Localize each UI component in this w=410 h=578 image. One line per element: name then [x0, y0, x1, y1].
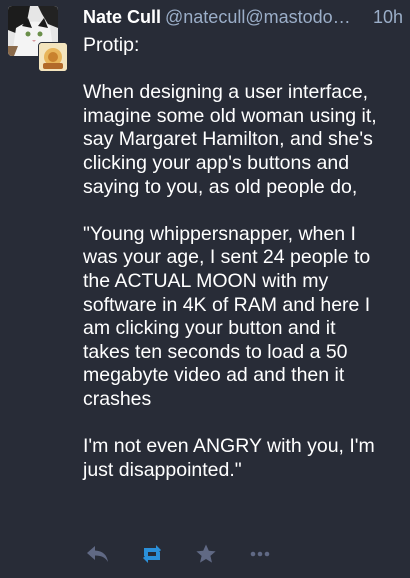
text-line: say Margaret Hamilton, and she's: [83, 128, 373, 151]
timestamp[interactable]: 10h: [370, 4, 403, 30]
star-icon: [196, 544, 216, 563]
paragraph: "Young whippersnapper, when I was your a…: [83, 223, 405, 412]
text-line: the ACTUAL MOON with my: [83, 269, 329, 292]
account-handle[interactable]: @natecull@mastodo…: [165, 7, 351, 27]
more-button[interactable]: [245, 538, 275, 570]
text-line: takes ten seconds to load a 50: [83, 340, 348, 363]
text-line: saying to you, as old people do,: [83, 175, 358, 198]
text-line: crashes: [83, 387, 152, 410]
avatar-group[interactable]: [8, 6, 70, 72]
text-line: Protip:: [83, 34, 140, 56]
status-header: Nate Cull @natecull@mastodo… 10h: [83, 4, 403, 30]
status-content: Protip: When designing a user interface,…: [83, 34, 405, 482]
small-avatar-image: [39, 43, 67, 71]
text-line: When designing a user interface,: [83, 81, 369, 104]
boost-icon: [143, 545, 161, 563]
favourite-button[interactable]: [191, 538, 221, 570]
status-action-bar: [83, 538, 283, 570]
text-line: am clicking your button and it: [83, 317, 336, 340]
text-line: just disappointed.": [83, 458, 242, 481]
text-line: was your age, I sent 24 people to: [83, 246, 371, 269]
reply-icon: [87, 546, 108, 562]
text-line: clicking your app's buttons and: [83, 151, 350, 174]
paragraph: When designing a user interface, imagine…: [83, 81, 405, 199]
ellipsis-icon: [250, 551, 270, 557]
text-line: software in 4K of RAM and here I: [83, 293, 371, 316]
boost-button[interactable]: [137, 538, 167, 570]
reply-button[interactable]: [83, 538, 113, 570]
text-line: I'm not even ANGRY with you, I'm: [83, 435, 375, 458]
text-line: imagine some old woman using it,: [83, 104, 377, 127]
text-line: megabyte video ad and then it: [83, 364, 345, 387]
status-card: Nate Cull @natecull@mastodo… 10h Protip: …: [0, 0, 410, 578]
paragraph: I'm not even ANGRY with you, I'm just di…: [83, 435, 405, 482]
boosted-by-avatar[interactable]: [38, 42, 68, 72]
paragraph: Protip:: [83, 34, 405, 58]
text-line: "Young whippersnapper, when I: [83, 222, 356, 245]
display-name[interactable]: Nate Cull: [83, 7, 161, 27]
